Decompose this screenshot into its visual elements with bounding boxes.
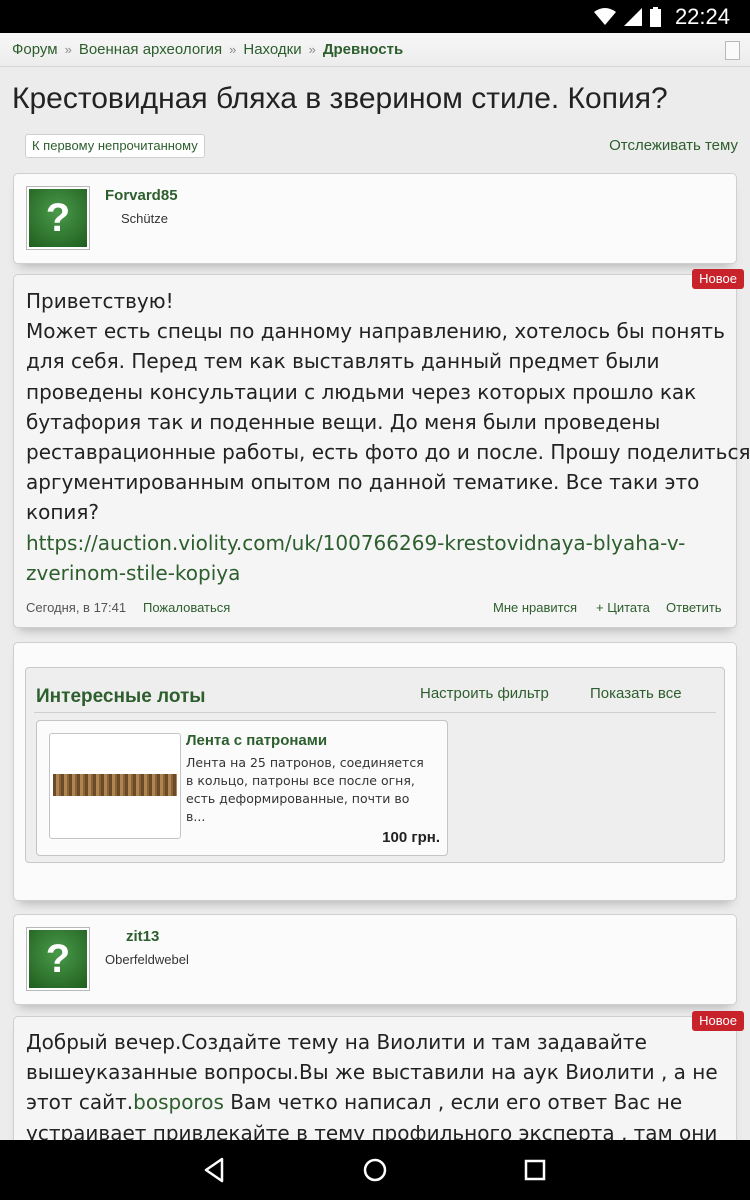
username[interactable]: zit13 [126, 928, 159, 945]
status-bar: 22:24 [0, 0, 750, 33]
breadcrumb-item-forum[interactable]: Форум [12, 41, 58, 58]
divider [34, 712, 716, 713]
message-line: копия? [26, 500, 100, 525]
message-line: Может есть спецы по данному направлению,… [26, 319, 725, 344]
message-post-1: Новое Приветствую! Может есть спецы по д… [13, 269, 750, 628]
quote-link[interactable]: + Цитата [596, 600, 650, 615]
page-title: Крестовидная бляха в зверином стиле. Коп… [12, 82, 668, 115]
navigation-bar [0, 1140, 750, 1200]
message-line: бутафория так и поденные вещи. До меня б… [26, 409, 661, 434]
message-body: Добрый вечер.Создайте тему на Виолити и … [26, 1027, 728, 1148]
first-unread-button[interactable]: К первому непрочитанному [25, 134, 205, 158]
lot-price: 100 грн. [382, 829, 440, 846]
message-line: вышеуказанные вопросы.Вы же выставили на… [26, 1060, 718, 1085]
auction-link[interactable]: https://auction.violity.com/uk/100766269… [26, 528, 728, 558]
show-all-link[interactable]: Показать все [590, 685, 682, 702]
back-icon[interactable] [200, 1155, 230, 1185]
lot-desc-line: Лента на 25 патронов, соединяется [186, 755, 424, 770]
battery-icon [649, 6, 661, 27]
username[interactable]: Forvard85 [105, 187, 178, 204]
like-link[interactable]: Мне нравится [493, 600, 577, 615]
message-text: Вам четко написал , если его ответ Вас н… [223, 1090, 683, 1115]
breadcrumb-item-finds[interactable]: Находки [243, 41, 301, 58]
breadcrumb-current[interactable]: Древность [323, 41, 403, 58]
post-date[interactable]: Сегодня, в 17:41 [26, 600, 126, 615]
message-text: этот сайт. [26, 1090, 134, 1115]
question-mark-icon: ? [29, 930, 87, 988]
message-line: Добрый вечер.Создайте тему на Виолити и … [26, 1030, 647, 1054]
wifi-icon [593, 7, 616, 25]
message-line: проведены консультации с людьми через ко… [26, 379, 697, 404]
user-panel-zit13: ? zit13 Oberfeldwebel [13, 914, 737, 1005]
watch-thread-link[interactable]: Отслеживать тему [609, 137, 738, 154]
message-line: аргументированным опытом по данной темат… [26, 470, 700, 495]
lot-desc-line: есть деформированные, почти во [186, 791, 410, 806]
breadcrumb-separator: » [64, 42, 72, 57]
breadcrumb: Форум » Военная археология » Находки » Д… [0, 33, 750, 67]
cartridge-belt-image [53, 774, 177, 796]
clock: 22:24 [674, 3, 730, 29]
configure-filter-link[interactable]: Настроить фильтр [420, 685, 549, 702]
lots-container: Интересные лоты Настроить фильтр Показат… [25, 667, 725, 863]
breadcrumb-separator: » [229, 42, 237, 57]
reply-link[interactable]: Ответить [666, 600, 722, 615]
lot-desc-line: в... [186, 809, 206, 824]
lot-card[interactable]: Лента с патронами Лента на 25 патронов, … [36, 720, 448, 856]
lot-thumbnail[interactable] [49, 733, 181, 839]
user-title: Schütze [121, 211, 168, 226]
message-line: этот сайт.bosporos Вам четко написал , е… [26, 1087, 728, 1117]
signal-icon [623, 7, 642, 26]
message-line: Приветствую! [26, 289, 174, 313]
report-link[interactable]: Пожаловаться [143, 600, 230, 615]
user-title: Oberfeldwebel [105, 952, 189, 967]
message-line: для себя. Перед тем как выставлять данны… [26, 349, 660, 374]
breadcrumb-separator: » [308, 42, 316, 57]
lots-title: Интересные лоты [36, 686, 206, 707]
message-body: Приветствую! Может есть спецы по данному… [26, 286, 750, 588]
interesting-lots-panel: Интересные лоты Настроить фильтр Показат… [13, 642, 737, 901]
lot-description: Лента на 25 патронов, соединяется в коль… [186, 754, 436, 826]
auction-link[interactable]: zverinom-stile-kopiya [26, 558, 728, 588]
user-mention-link[interactable]: bosporos [133, 1090, 224, 1114]
message-line: реставрационные работы, есть фото до и п… [26, 440, 750, 465]
lot-title[interactable]: Лента с патронами [186, 732, 327, 749]
question-mark-icon: ? [29, 189, 87, 247]
home-icon[interactable] [360, 1155, 390, 1185]
avatar[interactable]: ? [26, 186, 90, 250]
user-panel-forvard85: ? Forvard85 Schütze [13, 173, 737, 264]
lot-desc-line: в кольцо, патроны все после огня, [186, 773, 415, 788]
document-icon[interactable] [725, 41, 740, 60]
avatar[interactable]: ? [26, 927, 90, 991]
recents-icon[interactable] [520, 1155, 550, 1185]
breadcrumb-item-military-archaeology[interactable]: Военная археология [79, 41, 222, 58]
